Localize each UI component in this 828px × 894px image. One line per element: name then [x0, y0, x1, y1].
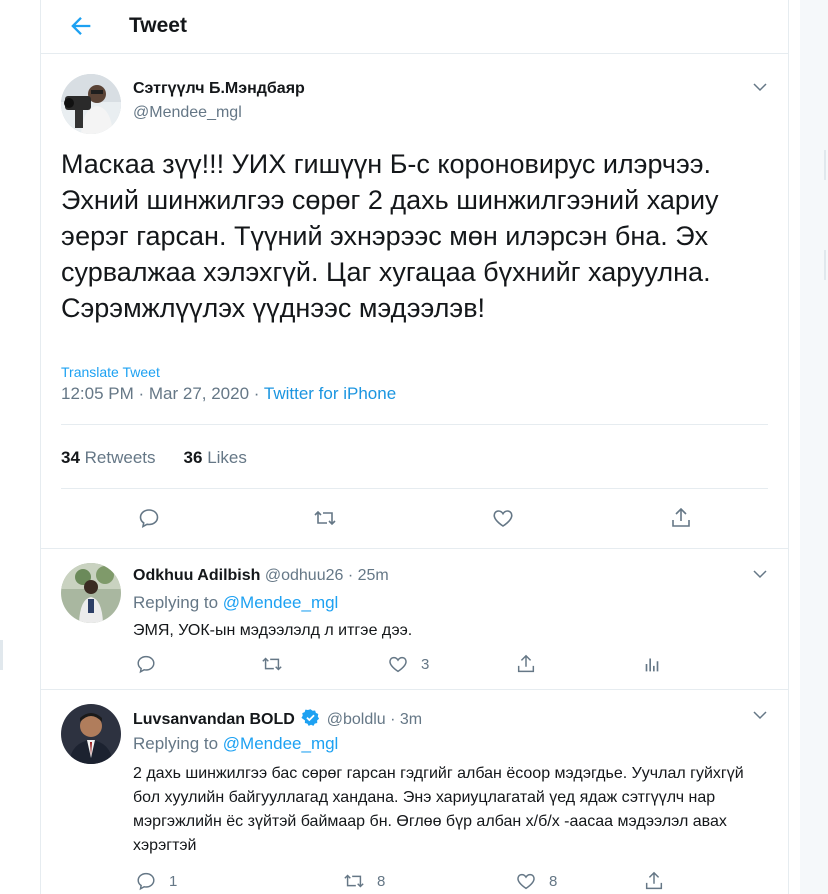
share-button[interactable]: [515, 653, 537, 675]
divider: [61, 424, 768, 425]
reply-time[interactable]: · 25m: [348, 567, 389, 584]
share-icon: [645, 871, 663, 890]
likes-stat[interactable]: 36 Likes: [184, 448, 247, 467]
reply-icon: [137, 872, 155, 891]
reply-tweet[interactable]: Luvsanvandan BOLD @boldlu · 3m Replying …: [41, 690, 788, 894]
left-edge-mark: [0, 640, 3, 670]
author-handle[interactable]: @odhuu26: [265, 567, 344, 584]
avatar[interactable]: [61, 704, 121, 764]
reply-text: ЭМЯ, УОК-ын мэдээлэлд л итгэе дээ.: [133, 622, 413, 639]
panel-divider: [824, 150, 826, 180]
share-button[interactable]: [669, 506, 693, 530]
like-button[interactable]: 3: [387, 653, 429, 675]
tweet-source-link[interactable]: Twitter for iPhone: [264, 384, 396, 403]
retweet-icon: [344, 874, 364, 888]
reply-count: 1: [169, 872, 178, 890]
share-button[interactable]: [643, 870, 665, 892]
verified-badge-icon: [301, 709, 320, 726]
author-name[interactable]: Сэтгүүлч Б.Мэндбаяр: [133, 80, 305, 98]
retweet-icon: [314, 510, 336, 526]
reply-icon: [139, 509, 159, 529]
retweet-button[interactable]: [313, 506, 337, 530]
retweets-label: Retweets: [84, 448, 156, 467]
retweet-button[interactable]: 8: [343, 870, 385, 892]
chevron-down-icon[interactable]: [751, 706, 769, 724]
analytics-button[interactable]: [641, 653, 663, 675]
reply-author: Odkhuu Adilbish @odhuu26 · 25m: [133, 567, 389, 585]
reply-icon: [137, 655, 155, 674]
meta-separator: ·: [133, 384, 149, 403]
share-icon: [517, 654, 535, 673]
chevron-down-icon[interactable]: [751, 565, 769, 583]
tweet-meta: 12:05 PM · Mar 27, 2020 · Twitter for iP…: [61, 384, 396, 404]
replying-to: Replying to @Mendee_mgl: [133, 593, 338, 613]
heart-icon: [389, 656, 407, 673]
likes-label: Likes: [207, 448, 247, 467]
analytics-icon: [645, 658, 659, 672]
retweet-icon: [262, 657, 282, 671]
page-header: Tweet: [41, 0, 788, 54]
meta-separator: ·: [249, 384, 264, 403]
reply-button[interactable]: [135, 653, 169, 675]
like-count: 3: [421, 655, 430, 673]
like-count: 8: [549, 872, 558, 890]
replying-to-link[interactable]: @Mendee_mgl: [223, 593, 339, 612]
translate-tweet-link[interactable]: Translate Tweet: [61, 364, 160, 380]
reply-author: Luvsanvandan BOLD @boldlu · 3m: [133, 708, 422, 729]
avatar[interactable]: [61, 74, 121, 134]
arrow-left-icon[interactable]: [67, 12, 95, 40]
panel-divider: [824, 250, 826, 280]
heart-icon: [517, 873, 535, 890]
heart-icon: [493, 510, 513, 527]
tweet-date[interactable]: Mar 27, 2020: [149, 384, 249, 403]
reply-time[interactable]: · 3m: [390, 711, 422, 728]
like-button[interactable]: [491, 506, 515, 530]
reply-button[interactable]: 1: [135, 870, 177, 892]
page-title: Tweet: [129, 14, 187, 37]
tweet-time: 12:05 PM: [61, 384, 134, 403]
reply-tweet[interactable]: Odkhuu Adilbish @odhuu26 · 25m Replying …: [41, 549, 788, 689]
tweet-stats: 34 Retweets 36 Likes: [61, 448, 247, 468]
like-button[interactable]: 8: [515, 870, 557, 892]
avatar[interactable]: [61, 563, 121, 623]
author-name[interactable]: Luvsanvandan BOLD: [133, 711, 295, 728]
right-side-panel: [800, 0, 828, 894]
author-handle[interactable]: @boldlu: [327, 711, 386, 728]
reply-text: 2 дахь шинжилгээ бас сөрөг гарсан гэдгий…: [133, 765, 744, 854]
retweets-stat[interactable]: 34 Retweets: [61, 448, 156, 467]
tweet-column: Tweet Сэтгүүлч Б.Мэндбаяр @Mendee_mgl Ма…: [40, 0, 789, 894]
author-name[interactable]: Odkhuu Adilbish: [133, 567, 260, 584]
likes-count: 36: [183, 448, 203, 467]
retweet-count: 8: [377, 872, 386, 890]
divider: [61, 488, 768, 489]
replying-label: Replying to: [133, 734, 219, 753]
replying-to: Replying to @Mendee_mgl: [133, 734, 338, 754]
author-handle[interactable]: @Mendee_mgl: [133, 104, 242, 122]
reply-button[interactable]: [137, 506, 161, 530]
share-icon: [672, 507, 690, 527]
tweet-text: Маскаа зүү!!! УИХ гишүүн Б-с короновирус…: [61, 149, 719, 323]
replying-to-link[interactable]: @Mendee_mgl: [223, 734, 339, 753]
chevron-down-icon[interactable]: [751, 78, 769, 96]
retweet-button[interactable]: [261, 653, 295, 675]
replying-label: Replying to: [133, 593, 219, 612]
retweets-count: 34: [61, 448, 80, 467]
